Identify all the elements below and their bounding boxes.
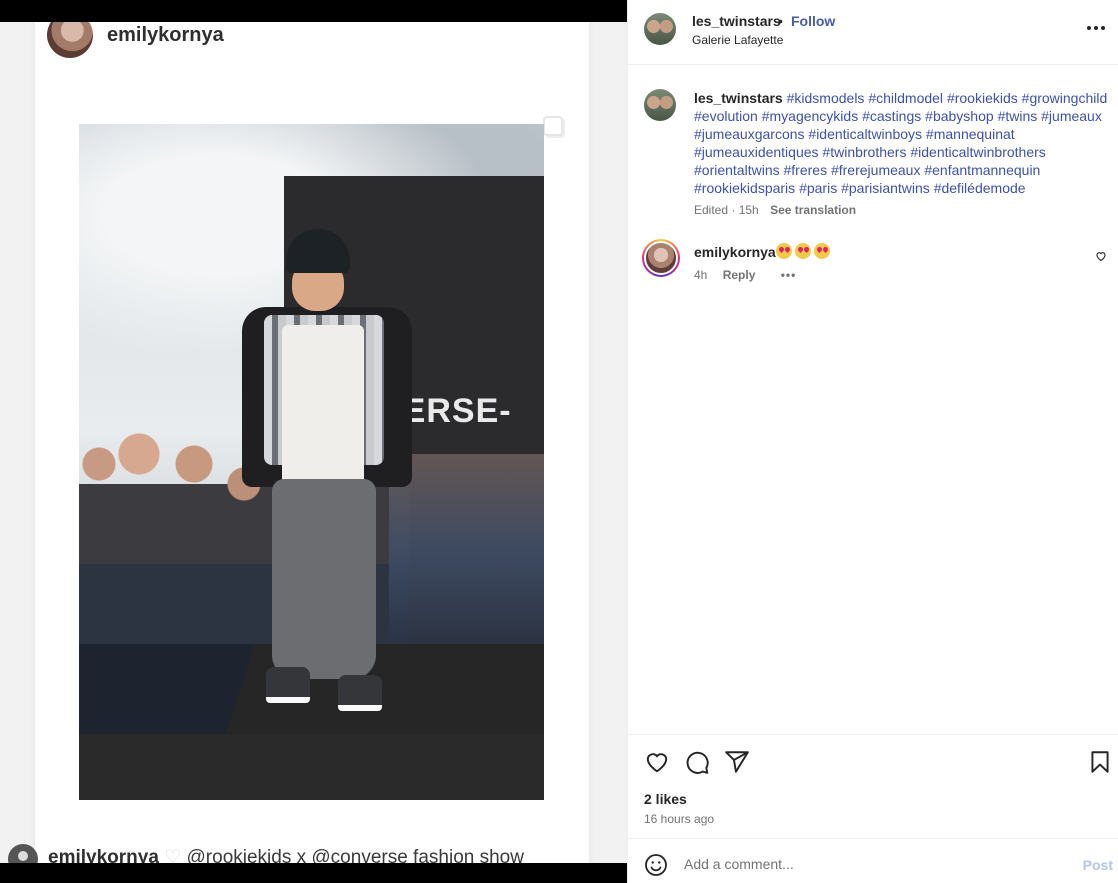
runway-photo: VERSE- xyxy=(79,124,544,800)
hashtag-link[interactable]: #childmodel xyxy=(868,90,943,106)
post-comment-button[interactable]: Post xyxy=(1083,857,1113,873)
comment-meta: 4h Reply ••• xyxy=(694,268,796,282)
white-heart-icon: ♡ xyxy=(164,847,182,863)
hashtag-link[interactable]: #myagencykids xyxy=(762,108,859,124)
hashtag-link[interactable]: #paris xyxy=(799,180,837,196)
hashtag-link[interactable]: #jumeauxidentiques xyxy=(694,144,819,160)
hashtag-link[interactable]: #twins xyxy=(998,108,1038,124)
follow-button[interactable]: Follow xyxy=(791,13,835,29)
hashtag-link[interactable]: #castings xyxy=(862,108,921,124)
bookmark-icon[interactable] xyxy=(1087,749,1113,775)
hashtag-link[interactable]: #kidsmodels xyxy=(787,90,865,106)
embedded-avatar xyxy=(47,22,93,58)
hashtag-link[interactable]: #jumeaux xyxy=(1041,108,1102,124)
heart-icon[interactable] xyxy=(644,749,670,775)
post-actions: 2 likes 16 hours ago xyxy=(628,734,1118,838)
see-translation-link[interactable]: See translation xyxy=(770,203,856,217)
child-model xyxy=(234,229,414,729)
commenter-avatar[interactable] xyxy=(642,239,680,277)
hashtag-link[interactable]: #twinbrothers xyxy=(822,144,906,160)
embedded-caption: emilykornya ♡ @rookiekids x @converse fa… xyxy=(48,846,524,863)
more-horizontal-icon[interactable] xyxy=(1087,20,1107,36)
hashtag-link[interactable]: #parisiantwins xyxy=(841,180,930,196)
likes-count[interactable]: 2 likes xyxy=(644,791,687,807)
caption-author-avatar[interactable] xyxy=(644,89,676,121)
hashtag-link[interactable]: #growingchild xyxy=(1022,90,1108,106)
location-link[interactable]: Galerie Lafayette xyxy=(692,33,783,47)
heart-eyes-emoji-icon xyxy=(814,243,830,260)
caption-username[interactable]: les_twinstars xyxy=(694,90,783,106)
comment-time: 4h xyxy=(694,268,708,282)
reply-button[interactable]: Reply xyxy=(723,268,756,282)
share-icon[interactable] xyxy=(724,749,750,775)
caption-meta: Edited · 15h See translation xyxy=(694,203,856,217)
caption-text: les_twinstars #kidsmodels #childmodel #r… xyxy=(694,89,1108,197)
hashtag-link[interactable]: #identicaltwinbrothers xyxy=(910,144,1045,160)
post-details-panel: les_twinstars • Follow Galerie Lafayette… xyxy=(627,0,1118,883)
hashtag-link[interactable]: #freres xyxy=(784,162,828,178)
emoji-picker-icon[interactable] xyxy=(644,853,668,877)
hashtag-link[interactable]: #identicaltwinboys xyxy=(808,126,922,142)
hashtag-link[interactable]: #frerejumeaux xyxy=(831,162,921,178)
comment-input[interactable] xyxy=(684,850,1044,878)
comment-options-button[interactable]: ••• xyxy=(781,268,797,282)
user-tag-icon[interactable] xyxy=(8,844,38,863)
hashtag-link[interactable]: #mannequinat xyxy=(926,126,1015,142)
edited-timestamp: Edited · 15h xyxy=(694,203,759,217)
embedded-username: emilykornya xyxy=(107,24,224,46)
heart-eyes-emoji-icon xyxy=(776,243,792,260)
post-media[interactable]: emilykornya VERSE- emilykornya ♡ @rookie… xyxy=(0,0,627,883)
hashtag-link[interactable]: #jumeauxgarcons xyxy=(694,126,805,142)
post-time: 16 hours ago xyxy=(644,812,715,826)
hashtag-link[interactable]: #evolution xyxy=(694,108,758,124)
heart-eyes-emoji-icon xyxy=(795,243,811,260)
hashtag-link[interactable]: #orientaltwins xyxy=(694,162,780,178)
hashtag-link[interactable]: #rookiekidsparis xyxy=(694,180,795,196)
media-canvas: emilykornya VERSE- emilykornya ♡ @rookie… xyxy=(0,22,627,863)
add-comment-bar: Post xyxy=(628,838,1118,883)
multi-image-indicator-icon xyxy=(543,116,563,136)
post-header: les_twinstars • Follow Galerie Lafayette xyxy=(628,0,1118,65)
author-avatar[interactable] xyxy=(644,13,676,45)
commenter-username[interactable]: emilykornya xyxy=(694,244,776,260)
comment-heart-icon[interactable] xyxy=(1095,250,1107,262)
hashtag-link[interactable]: #rookiekids xyxy=(947,90,1018,106)
hashtag-link[interactable]: #babyshop xyxy=(925,108,994,124)
embedded-post-card: emilykornya VERSE- xyxy=(35,22,589,863)
comment-item: emilykornya 4h Reply ••• xyxy=(628,238,1118,288)
separator-dot: • xyxy=(778,13,783,29)
comment-icon[interactable] xyxy=(684,749,710,775)
hashtag-link[interactable]: #enfantmannequin xyxy=(924,162,1040,178)
author-username[interactable]: les_twinstars xyxy=(692,13,781,29)
comment-text xyxy=(776,242,833,260)
hashtag-link[interactable]: #defilédemode xyxy=(934,180,1026,196)
